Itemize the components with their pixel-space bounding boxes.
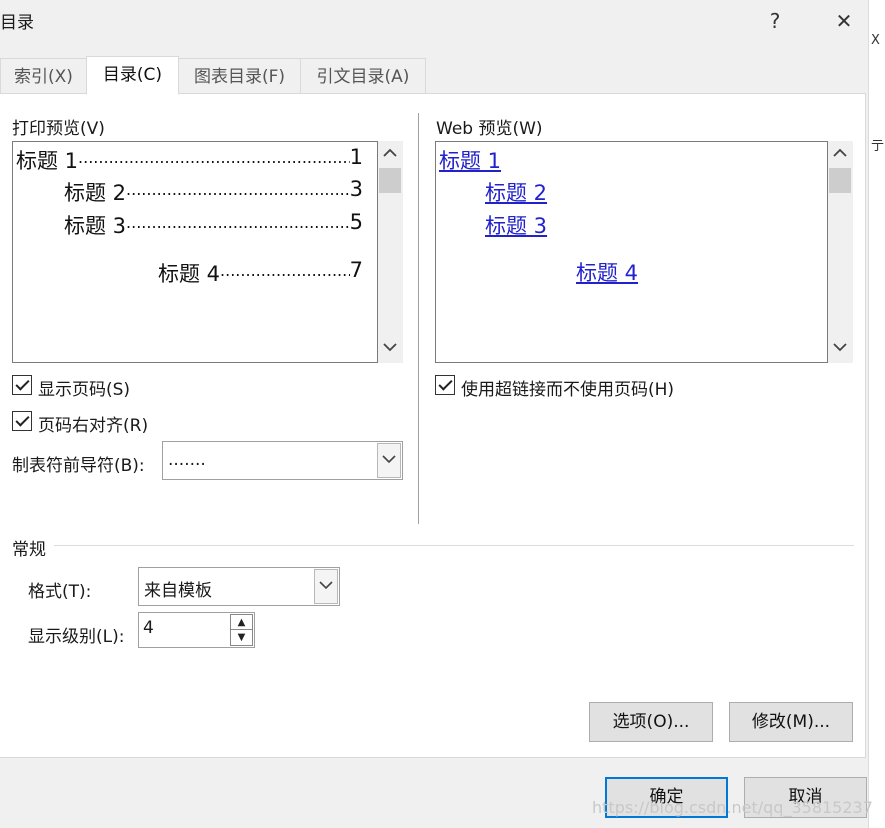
web-preview-link: 标题 1 bbox=[439, 149, 502, 173]
close-button[interactable]: ✕ bbox=[829, 6, 859, 36]
tab-strip: 索引(X) 目录(C) 图表目录(F) 引文目录(A) bbox=[0, 56, 430, 95]
tab-table-of-authorities[interactable]: 引文目录(A) bbox=[300, 58, 426, 94]
print-preview-label: 打印预览(V) bbox=[12, 119, 105, 139]
tab-toc[interactable]: 目录(C) bbox=[86, 56, 179, 95]
watermark-text: https://blog.csdn.net/qq_35815237 bbox=[592, 798, 873, 817]
print-preview-entry: 标题 4 ...................................… bbox=[158, 258, 363, 286]
web-preview-box: 标题 1 标题 2 标题 3 标题 4 bbox=[435, 141, 828, 363]
print-preview-entry: 标题 3 ...................................… bbox=[64, 210, 363, 238]
general-heading: 常规 bbox=[12, 540, 46, 560]
web-preview-link: 标题 4 bbox=[576, 261, 639, 285]
format-label: 格式(T): bbox=[28, 582, 92, 602]
modify-button[interactable]: 修改(M)... bbox=[729, 702, 853, 742]
tab-table-of-figures[interactable]: 图表目录(F) bbox=[178, 58, 301, 94]
web-preview-scrollbar[interactable] bbox=[828, 141, 853, 363]
general-divider bbox=[54, 545, 854, 546]
scroll-thumb[interactable] bbox=[829, 168, 851, 193]
options-button[interactable]: 选项(O)... bbox=[589, 702, 713, 742]
tab-leader-label: 制表符前导符(B): bbox=[12, 456, 145, 476]
chevron-up-icon[interactable] bbox=[378, 145, 402, 165]
triangle-up-icon[interactable]: ▲ bbox=[231, 615, 252, 630]
print-preview-entry: 标题 1 ...................................… bbox=[16, 145, 363, 173]
right-align-label[interactable]: 页码右对齐(R) bbox=[38, 411, 148, 436]
web-preview-label: Web 预览(W) bbox=[436, 119, 543, 139]
print-preview-entry: 标题 2 ...................................… bbox=[64, 177, 363, 205]
triangle-down-icon[interactable]: ▼ bbox=[231, 630, 252, 645]
format-select[interactable]: 来自模板 bbox=[138, 567, 340, 606]
scroll-thumb[interactable] bbox=[379, 168, 401, 193]
levels-stepper[interactable]: 4 ▲ ▼ bbox=[138, 612, 255, 648]
print-preview-box: 标题 1 ...................................… bbox=[12, 141, 378, 363]
background-window-edge: X 亍 bbox=[868, 0, 885, 828]
use-hyperlinks-label[interactable]: 使用超链接而不使用页码(H) bbox=[461, 375, 674, 400]
column-divider bbox=[418, 113, 419, 524]
tab-index[interactable]: 索引(X) bbox=[0, 58, 87, 94]
window-title: 目录 bbox=[0, 13, 34, 33]
right-align-checkbox[interactable] bbox=[12, 411, 32, 431]
help-button[interactable]: ? bbox=[760, 6, 790, 36]
show-page-numbers-label[interactable]: 显示页码(S) bbox=[38, 375, 130, 400]
print-preview-scrollbar[interactable] bbox=[378, 141, 403, 363]
use-hyperlinks-checkbox[interactable] bbox=[435, 375, 455, 395]
chevron-down-icon[interactable] bbox=[378, 339, 402, 359]
web-preview-link: 标题 2 bbox=[485, 181, 548, 205]
chevron-up-icon[interactable] bbox=[828, 145, 852, 165]
levels-label: 显示级别(L): bbox=[28, 627, 125, 647]
web-preview-link: 标题 3 bbox=[485, 214, 548, 238]
tab-leader-select[interactable]: ....... bbox=[162, 441, 403, 480]
chevron-down-icon[interactable] bbox=[314, 569, 338, 604]
show-page-numbers-checkbox[interactable] bbox=[12, 375, 32, 395]
chevron-down-icon[interactable] bbox=[377, 443, 401, 478]
chevron-down-icon[interactable] bbox=[828, 339, 852, 359]
